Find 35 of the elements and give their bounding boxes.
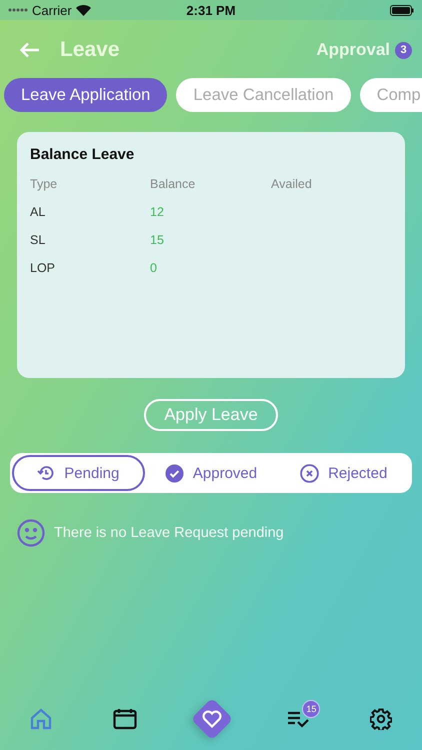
column-header: Type — [30, 177, 58, 191]
leave-type: LOP — [30, 261, 56, 275]
card-title: Balance Leave — [30, 146, 136, 163]
tab[interactable]: Leave Application — [4, 78, 168, 112]
battery-icon — [390, 4, 414, 16]
leave-type: AL — [30, 205, 46, 219]
filter-tab[interactable]: Pending — [12, 455, 145, 491]
wifi-icon — [76, 4, 91, 16]
leave-type: SL — [30, 233, 46, 247]
nav-tab[interactable] — [370, 708, 392, 730]
balance-value: 12 — [150, 205, 165, 219]
page-title: Leave — [60, 38, 121, 62]
refresh-icon — [37, 464, 56, 482]
smiley-icon — [17, 519, 45, 547]
approval-count-badge: 3 — [395, 42, 412, 58]
filter-tab[interactable]: Rejected — [277, 455, 410, 491]
check-circle-icon — [164, 464, 184, 482]
balance-value: 15 — [150, 233, 165, 247]
empty-message: There is no Leave Request pending — [54, 525, 284, 541]
close-circle-icon — [300, 464, 320, 482]
approval-button[interactable]: Approval 3 — [316, 40, 412, 60]
heart-icon — [202, 710, 222, 728]
filter-tab[interactable]: Approved — [144, 455, 278, 491]
column-header: Availed — [271, 177, 313, 191]
count-badge: 15 — [302, 700, 320, 718]
nav-tab[interactable]: 15 — [287, 700, 320, 729]
home-icon — [30, 708, 52, 730]
settings-icon — [370, 708, 392, 730]
column-header: Balance — [150, 177, 196, 191]
calendar-icon — [112, 708, 137, 730]
nav-tab[interactable] — [112, 708, 137, 730]
status-time: 2:31 PM — [186, 2, 236, 18]
balance-value: 0 — [150, 261, 158, 275]
carrier-label: Carrier — [32, 2, 72, 18]
signal-icon — [8, 8, 28, 12]
